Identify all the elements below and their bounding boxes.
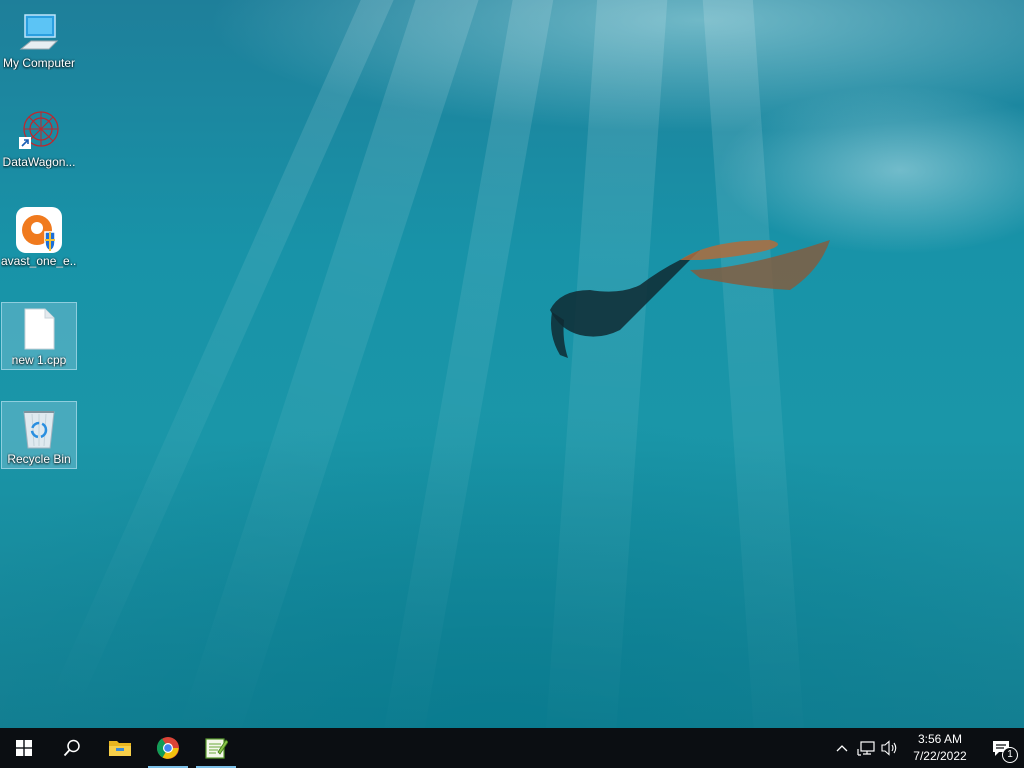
volume-button[interactable] — [878, 728, 902, 768]
notification-count-badge: 1 — [1002, 747, 1018, 763]
speaker-icon — [881, 740, 897, 756]
desktop-icon-label: avast_one_e... — [1, 254, 77, 268]
clock-date: 7/22/2022 — [913, 749, 967, 763]
desktop-icon-label: DataWagon... — [2, 155, 76, 169]
file-explorer-icon — [109, 741, 131, 756]
start-icon — [16, 740, 32, 756]
chrome-icon — [156, 737, 179, 759]
desktop-icon-label: My Computer — [2, 56, 76, 70]
clock-time: 3:56 AM — [917, 732, 963, 746]
start-button[interactable] — [0, 728, 48, 768]
search-icon — [63, 739, 80, 757]
notepad-plus-icon — [205, 738, 228, 759]
recycle-bin-icon — [15, 406, 63, 450]
diver-silhouette — [550, 240, 830, 358]
desktop-icon-my-computer[interactable]: My Computer — [1, 6, 77, 74]
system-tray: 3:56 AM 7/22/2022 1 — [830, 728, 1024, 768]
taskbar-chrome[interactable] — [144, 728, 192, 768]
network-icon — [857, 741, 875, 756]
chevron-up-icon — [836, 745, 848, 752]
show-hidden-icons-button[interactable] — [830, 728, 854, 768]
desktop-icon-label: Recycle Bin — [7, 452, 71, 466]
avast-icon — [15, 207, 63, 253]
desktop-wallpaper — [0, 0, 1024, 728]
computer-icon — [15, 10, 63, 54]
desktop-icon-recycle-bin[interactable]: Recycle Bin — [1, 401, 77, 469]
desktop-icon-new-cpp[interactable]: new 1.cpp — [1, 302, 77, 370]
datawagon-icon — [15, 109, 63, 153]
document-icon — [15, 307, 63, 351]
desktop-icon-datawagon[interactable]: DataWagon... — [1, 105, 77, 173]
action-center-button[interactable]: 1 — [978, 728, 1024, 768]
search-button[interactable] — [48, 728, 96, 768]
desktop-icon-label: new 1.cpp — [11, 353, 67, 367]
taskbar-file-explorer[interactable] — [96, 728, 144, 768]
taskbar-notepad-plus[interactable] — [192, 728, 240, 768]
taskbar: 3:56 AM 7/22/2022 1 — [0, 728, 1024, 768]
taskbar-clock[interactable]: 3:56 AM 7/22/2022 — [902, 728, 978, 768]
desktop-icon-avast[interactable]: avast_one_e... — [1, 204, 77, 272]
network-button[interactable] — [854, 728, 878, 768]
